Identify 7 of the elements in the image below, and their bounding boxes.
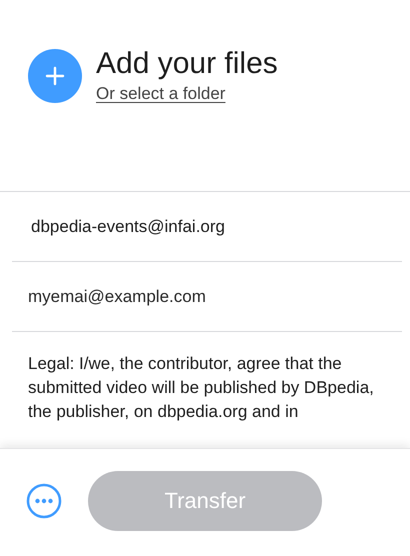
plus-icon (45, 66, 65, 86)
select-folder-link[interactable]: Or select a folder (96, 84, 226, 104)
legal-text: Legal: I/we, the contributor, agree that the submitted video will be published by DBpedia, the publisher, on dbpedia.org and in (27, 353, 375, 423)
more-icon (26, 482, 62, 518)
more-options-button[interactable] (26, 482, 62, 518)
add-files-button[interactable] (28, 49, 82, 103)
upload-title: Add your files (96, 48, 278, 80)
